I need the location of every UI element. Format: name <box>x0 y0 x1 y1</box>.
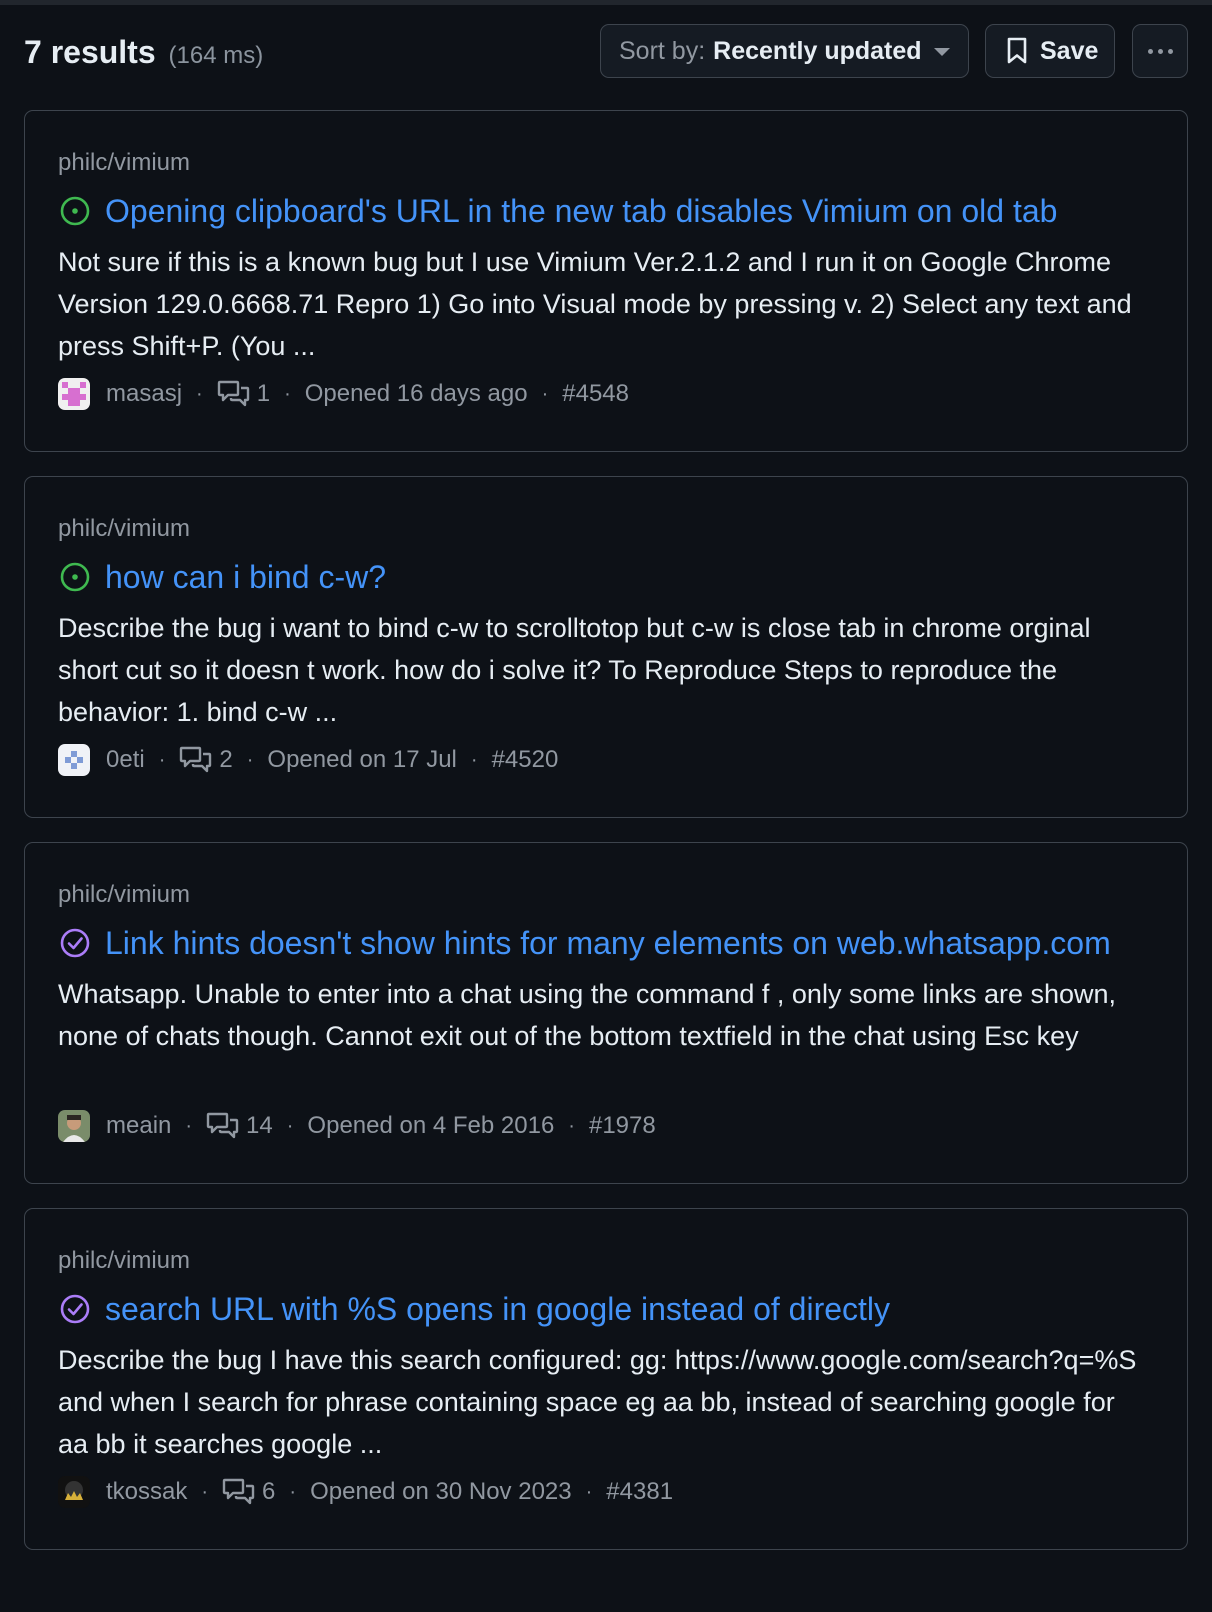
issue-snippet: Describe the bug i want to bind c-w to s… <box>58 613 1091 727</box>
results-time: (164 ms) <box>168 42 264 69</box>
author-name[interactable]: masasj <box>106 380 182 408</box>
issue-opened-icon <box>60 562 90 592</box>
comment-discussion-icon <box>222 1478 255 1505</box>
result-card-2: philc/vimium how can i bind c-w? Describ… <box>24 476 1188 818</box>
separator-dot: · <box>284 382 291 405</box>
separator-dot: · <box>289 1480 297 1503</box>
issue-meta: 0eti · 2 · Opened on 17 Jul · #4520 <box>58 743 558 777</box>
issue-meta: masasj · 1 · Opened 16 days ago · #4548 <box>58 377 629 411</box>
issue-number[interactable]: #1978 <box>589 1112 656 1140</box>
issue-closed-icon <box>60 928 90 958</box>
top-divider <box>0 0 1212 5</box>
opened-date: Opened on 4 Feb 2016 <box>307 1112 555 1139</box>
title-row: Link hints doesn't show hints for many e… <box>58 923 1168 963</box>
separator-dot: · <box>585 1480 593 1503</box>
comment-discussion-icon <box>206 1112 239 1139</box>
save-button[interactable]: Save <box>985 24 1115 78</box>
avatar-tkossak[interactable] <box>58 1476 90 1508</box>
repo-name[interactable]: philc/vimium <box>58 515 190 543</box>
opened-date: Opened on 17 Jul <box>267 746 457 773</box>
comment-count: 6 <box>262 1478 276 1505</box>
author-name[interactable]: meain <box>106 1112 171 1140</box>
bookmark-icon <box>1007 37 1027 64</box>
repo-name[interactable]: philc/vimium <box>58 881 190 909</box>
title-row: how can i bind c-w? <box>58 557 1168 597</box>
comments-link[interactable]: 6 <box>222 1478 275 1506</box>
separator-dot: · <box>246 748 254 771</box>
issue-snippet: Describe the bug I have this search conf… <box>58 1345 1137 1459</box>
issue-title-link[interactable]: how can i bind c-w? <box>105 559 386 596</box>
caret-down-icon <box>934 48 950 56</box>
comment-discussion-icon <box>217 380 249 407</box>
issue-number[interactable]: #4381 <box>606 1478 673 1506</box>
result-card-4: philc/vimium search URL with %S opens in… <box>24 1208 1188 1550</box>
issue-number[interactable]: #4548 <box>562 380 629 408</box>
save-label: Save <box>1040 36 1099 65</box>
repo-name[interactable]: philc/vimium <box>58 149 190 177</box>
avatar-0eti[interactable] <box>58 744 90 776</box>
issue-title-link[interactable]: Link hints doesn't show hints for many e… <box>105 925 1111 962</box>
separator-dot: · <box>541 382 549 405</box>
issue-opened-icon <box>60 196 90 226</box>
issue-meta: meain · 14 · Opened on 4 Feb 2016 · #197… <box>58 1109 656 1143</box>
author-name[interactable]: 0eti <box>106 746 145 774</box>
kebab-horizontal-icon <box>1147 48 1173 54</box>
issue-closed-icon <box>60 1294 90 1324</box>
comment-discussion-icon <box>180 746 212 773</box>
separator-dot: · <box>196 382 203 405</box>
avatar-meain[interactable] <box>58 1110 90 1142</box>
comment-count: 14 <box>246 1112 273 1139</box>
issue-meta: tkossak · 6 · Opened on 30 Nov 2023 · #4… <box>58 1475 673 1509</box>
opened-date: Opened on 30 Nov 2023 <box>310 1478 572 1505</box>
separator-dot: · <box>158 748 166 771</box>
comments-link[interactable]: 14 <box>206 1112 273 1140</box>
avatar-masasj[interactable] <box>58 378 90 410</box>
comment-count: 2 <box>219 746 233 773</box>
results-count: 7 results <box>24 34 156 70</box>
comments-link[interactable]: 1 <box>217 380 270 408</box>
sort-dropdown[interactable]: Sort by: Recently updated <box>600 24 969 78</box>
comment-count: 1 <box>256 380 271 407</box>
separator-dot: · <box>470 748 478 771</box>
title-row: Opening clipboard's URL in the new tab d… <box>58 191 1168 231</box>
result-card-3: philc/vimium Link hints doesn't show hin… <box>24 842 1188 1184</box>
issue-title-link[interactable]: search URL with %S opens in google inste… <box>105 1291 890 1328</box>
results-summary: 7 results (164 ms) <box>24 34 263 71</box>
issue-number[interactable]: #4520 <box>492 746 559 774</box>
result-card-1: philc/vimium Opening clipboard's URL in … <box>24 110 1188 452</box>
sort-prefix: Sort by: <box>619 36 706 65</box>
opened-date: Opened 16 days ago <box>304 380 528 407</box>
separator-dot: · <box>185 1114 193 1137</box>
title-row: search URL with %S opens in google inste… <box>58 1289 1168 1329</box>
results-header: 7 results (164 ms) Sort by: Recently upd… <box>24 24 1188 80</box>
separator-dot: · <box>201 1480 209 1503</box>
more-options-button[interactable] <box>1132 24 1188 78</box>
separator-dot: · <box>286 1114 294 1137</box>
issue-snippet: Not sure if this is a known bug but I us… <box>58 247 1132 361</box>
comments-link[interactable]: 2 <box>179 746 233 774</box>
issue-title-link[interactable]: Opening clipboard's URL in the new tab d… <box>105 193 1057 230</box>
author-name[interactable]: tkossak <box>106 1478 187 1506</box>
sort-value: Recently updated <box>713 36 922 65</box>
issue-snippet: Whatsapp. Unable to enter into a chat us… <box>58 979 1117 1051</box>
separator-dot: · <box>568 1114 575 1137</box>
repo-name[interactable]: philc/vimium <box>58 1247 190 1275</box>
